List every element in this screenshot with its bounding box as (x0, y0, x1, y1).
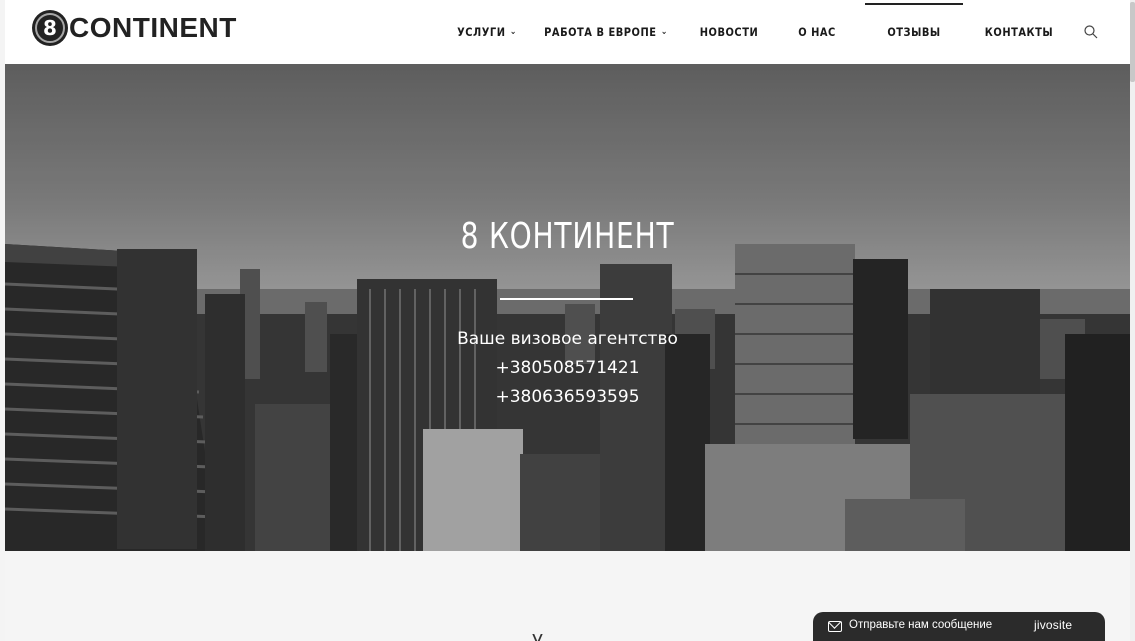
hero-subtitle: Ваше визовое агентство (457, 329, 678, 349)
chat-widget-label: Отправьте нам сообщение (849, 619, 993, 631)
globe-logo-icon: 8 (32, 10, 68, 46)
chevron-down-icon: ⌄ (509, 27, 517, 37)
nav-item-rabota-v-evrope[interactable]: РАБОТА В ЕВРОПЕ ⌄ (542, 0, 669, 64)
nav-item-label: КОНТАКТЫ (984, 25, 1054, 39)
logo-text: CONTINENT (69, 12, 237, 43)
nav-item-label: РАБОТА В ЕВРОПЕ (544, 25, 657, 39)
hero-phone-1[interactable]: +380508571421 (5, 354, 1130, 383)
nav-item-label: НОВОСТИ (699, 25, 759, 39)
chevron-down-icon: ⌄ (660, 27, 668, 37)
nav-item-label: ОТЗЫВЫ (887, 25, 941, 39)
hero-overlay (5, 64, 1130, 551)
chat-widget-brand: jivosite (1034, 618, 1073, 632)
hero-divider (500, 298, 633, 300)
chat-widget-button[interactable]: Отправьте нам сообщение jivosite (813, 612, 1105, 641)
section-heading: У (532, 631, 543, 641)
logo-digit: 8 (43, 16, 57, 40)
nav-active-indicator (865, 3, 963, 5)
nav-item-uslugi[interactable]: УСЛУГИ ⌄ (452, 0, 523, 64)
nav-item-novosti[interactable]: НОВОСТИ (695, 0, 764, 64)
nav-item-kontakty[interactable]: КОНТАКТЫ (978, 0, 1061, 64)
envelope-icon (828, 621, 842, 632)
hero-phone-2[interactable]: +380636593595 (5, 383, 1130, 412)
site-header: 8 CONTINENT УСЛУГИ ⌄ РАБОТА В ЕВРОПЕ ⌄ Н… (5, 0, 1130, 64)
scrollbar-thumb[interactable] (1130, 2, 1135, 82)
search-icon[interactable] (1083, 24, 1099, 40)
hero-banner: 8 КОНТИНЕНТ Ваше визовое агентство +3805… (5, 64, 1130, 551)
page: 8 CONTINENT УСЛУГИ ⌄ РАБОТА В ЕВРОПЕ ⌄ Н… (0, 0, 1135, 641)
nav-item-o-nas[interactable]: О НАС (791, 0, 843, 64)
nav-item-label: УСЛУГИ (457, 25, 506, 39)
nav-item-label: О НАС (798, 25, 836, 39)
hero-title: 8 КОНТИНЕНТ (460, 216, 675, 257)
nav-item-otzyvy[interactable]: ОТЗЫВЫ (877, 0, 951, 64)
logo[interactable]: 8 CONTINENT (32, 10, 237, 46)
scrollbar-track[interactable] (1130, 0, 1135, 641)
